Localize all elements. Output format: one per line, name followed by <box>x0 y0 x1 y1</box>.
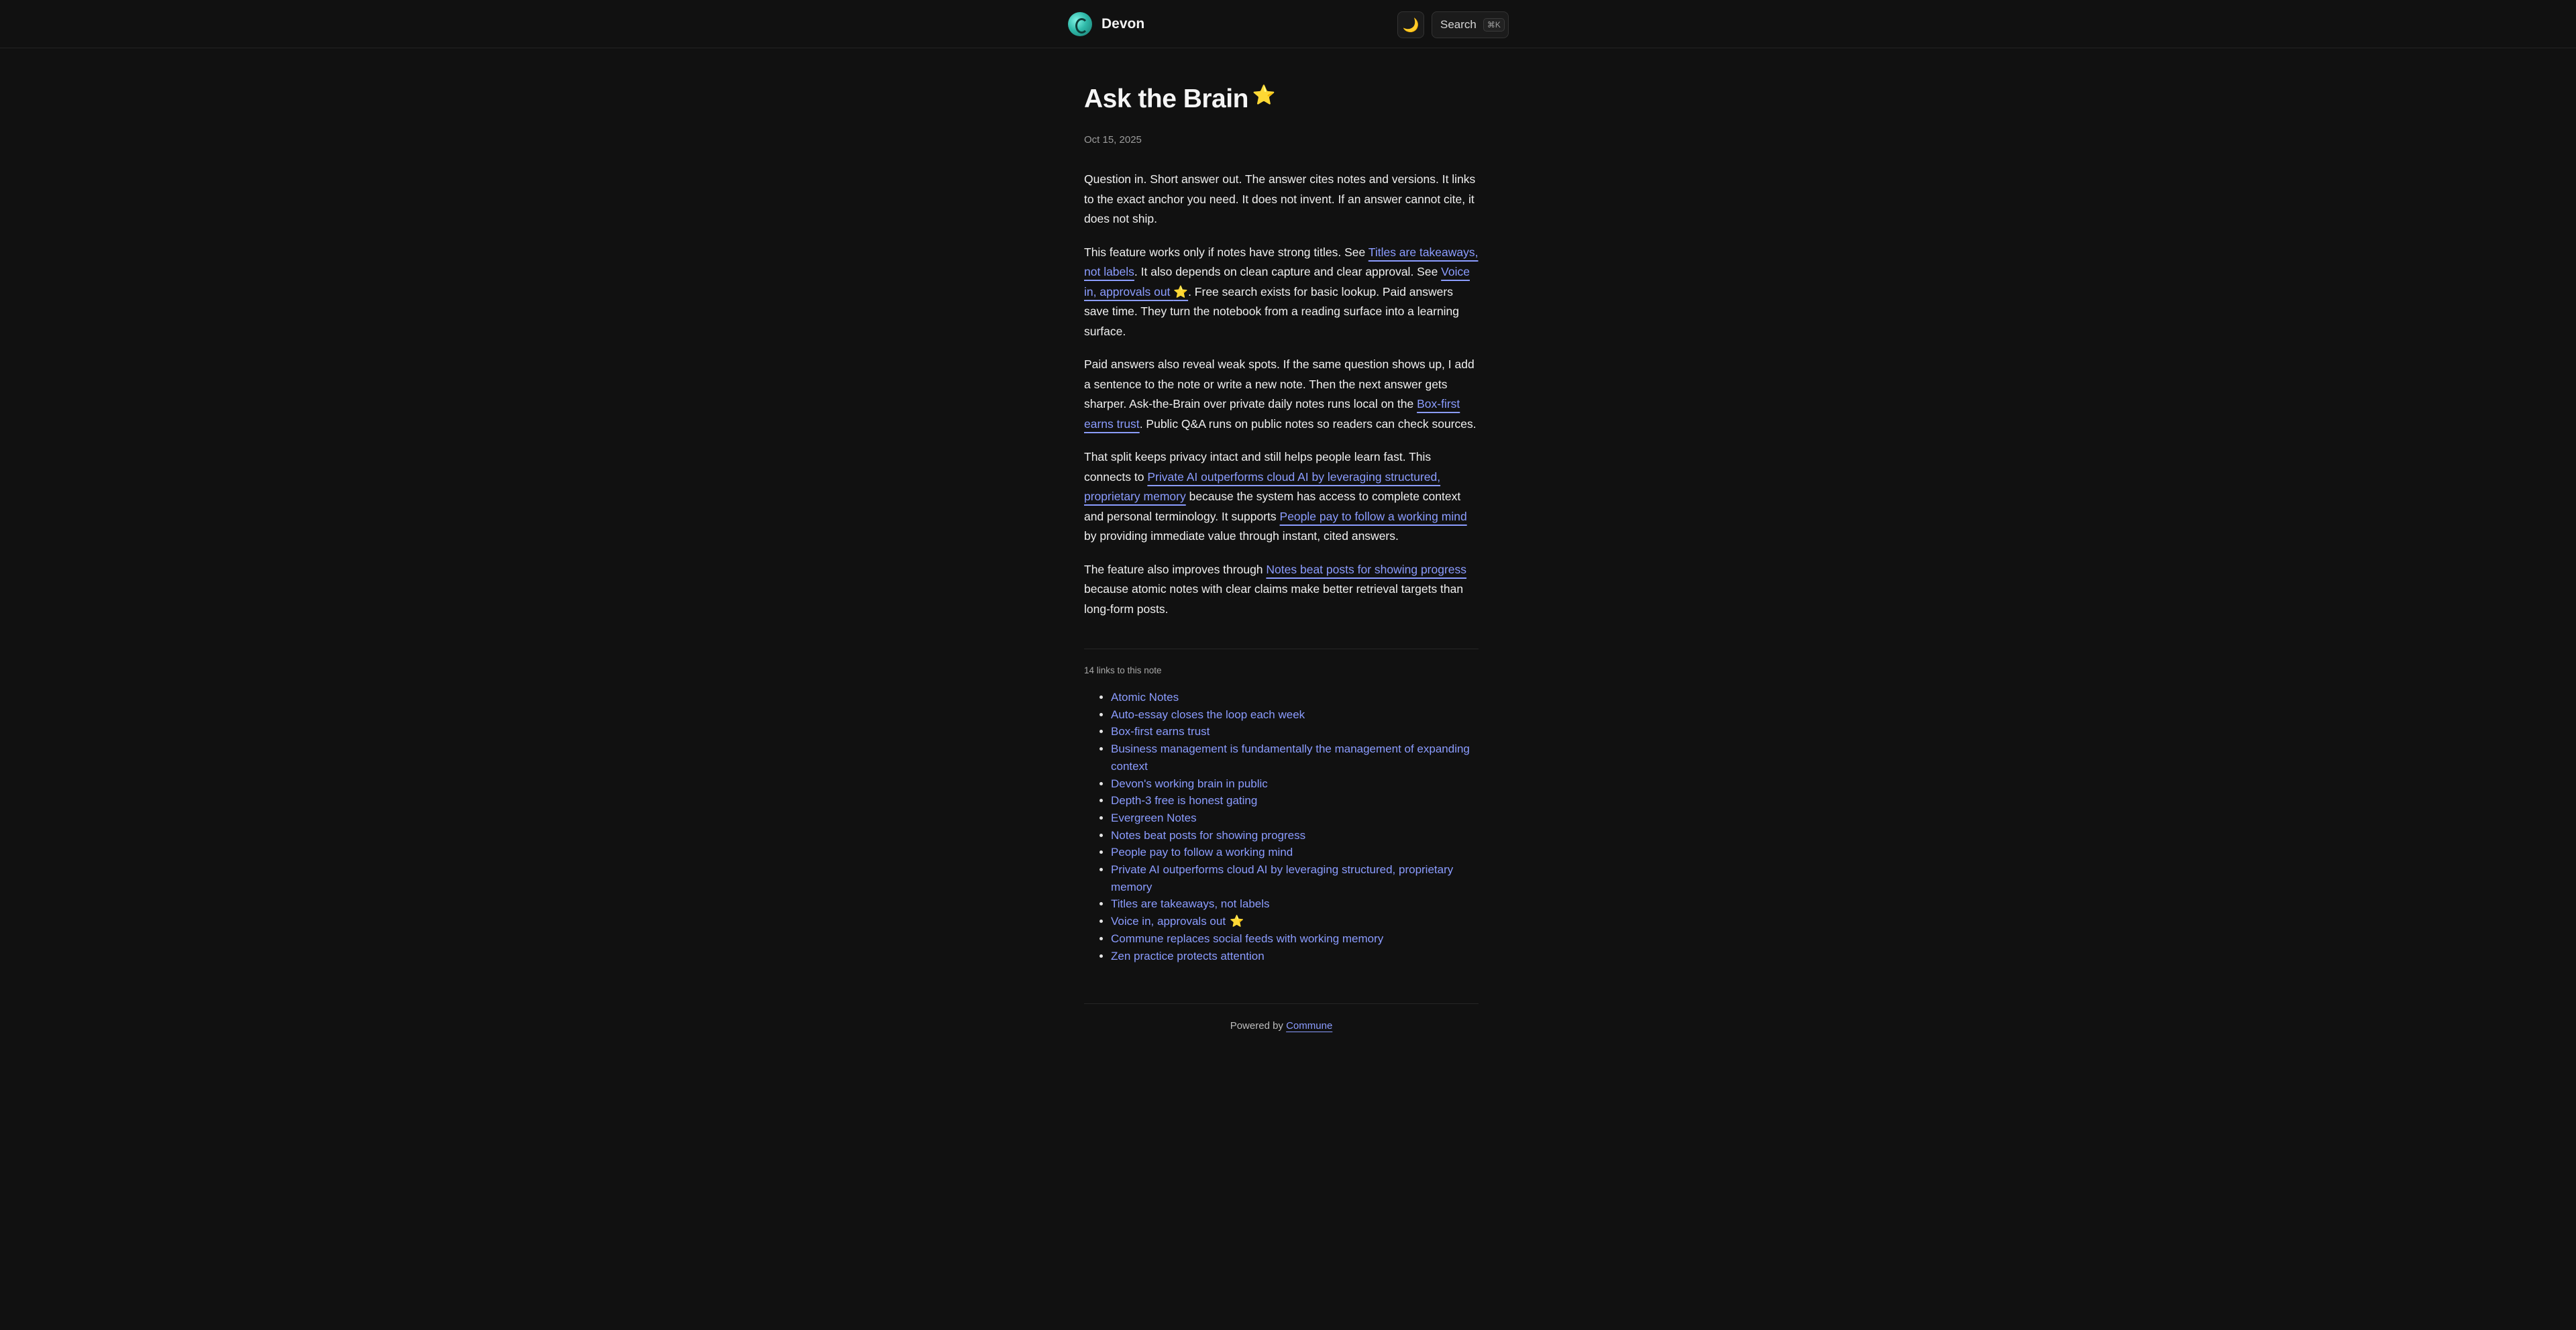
star-icon: ⭐ <box>1173 284 1189 298</box>
backlink-label: Commune replaces social feeds with worki… <box>1111 932 1384 945</box>
backlink-label: Titles are takeaways, not labels <box>1111 897 1270 911</box>
page-title-text: Ask the Brain <box>1084 85 1248 113</box>
backlink[interactable]: Atomic Notes <box>1111 691 1179 704</box>
backlink[interactable]: Depth-3 free is honest gating <box>1111 794 1257 807</box>
search-label: Search <box>1440 18 1477 31</box>
backlink-label: Notes beat posts for showing progress <box>1111 828 1306 842</box>
commune-link[interactable]: Commune <box>1286 1020 1332 1032</box>
backlink-label: Auto-essay closes the loop each week <box>1111 708 1305 721</box>
backlink[interactable]: Private AI outperforms cloud AI by lever… <box>1111 863 1453 893</box>
note-content: Ask the Brain ⭐ Oct 15, 2025 Question in.… <box>1084 48 1479 1032</box>
paragraph-1: Question in. Short answer out. The answe… <box>1084 172 1476 225</box>
paragraph-2: This feature works only if notes have st… <box>1084 243 1479 342</box>
text: because atomic notes with clear claims m… <box>1084 582 1464 616</box>
backlink-label: Box-first earns trust <box>1111 725 1210 738</box>
text: Paid answers also reveal weak spots. If … <box>1084 357 1474 410</box>
footer-text: Powered by <box>1230 1020 1287 1032</box>
search-shortcut: ⌘K <box>1483 18 1505 32</box>
backlink-item: Business management is fundamentally the… <box>1111 740 1479 775</box>
backlink[interactable]: Devon's working brain in public <box>1111 777 1268 790</box>
backlink-item: Box-first earns trust <box>1111 723 1479 740</box>
backlink[interactable]: Commune replaces social feeds with worki… <box>1111 932 1383 945</box>
backlink[interactable]: Notes beat posts for showing progress <box>1111 829 1305 842</box>
search-button[interactable]: Search ⌘K <box>1432 11 1509 38</box>
backlink-item: Private AI outperforms cloud AI by lever… <box>1111 861 1479 895</box>
text: . It also depends on clean capture and c… <box>1134 265 1442 278</box>
paragraph-3: Paid answers also reveal weak spots. If … <box>1084 355 1479 434</box>
backlink-label: Depth-3 free is honest gating <box>1111 794 1258 808</box>
backlink-item: Atomic Notes <box>1111 689 1479 706</box>
text: . Public Q&A runs on public notes so rea… <box>1139 417 1477 431</box>
text: by providing immediate value through ins… <box>1084 529 1399 543</box>
backlink-label: Voice in, approvals out <box>1111 915 1226 928</box>
backlink-label: Private AI outperforms cloud AI by lever… <box>1111 863 1454 893</box>
backlink-label: Zen practice protects attention <box>1111 949 1265 962</box>
backlink[interactable]: Evergreen Notes <box>1111 812 1197 824</box>
backlink-item: Auto-essay closes the loop each week <box>1111 706 1479 724</box>
note-date: Oct 15, 2025 <box>1084 134 1142 146</box>
backlinks-list: Atomic Notes Auto-essay closes the loop e… <box>1084 689 1479 964</box>
backlink-label: Business management is fundamentally the… <box>1111 742 1470 773</box>
text: This feature works only if notes have st… <box>1084 245 1368 259</box>
backlink[interactable]: Voice in, approvals out ⭐ <box>1111 915 1244 928</box>
backlink-item: Commune replaces social feeds with worki… <box>1111 930 1479 948</box>
backlink-item: Voice in, approvals out ⭐ <box>1111 913 1479 930</box>
brand-link[interactable]: Devon <box>1068 11 1144 38</box>
page-title: Ask the Brain ⭐ <box>1084 79 1479 119</box>
moon-icon: 🌙 <box>1402 17 1419 33</box>
backlink-label: Atomic Notes <box>1111 691 1179 704</box>
brand-name: Devon <box>1102 16 1145 32</box>
link-people-pay[interactable]: People pay to follow a working mind <box>1280 510 1467 523</box>
backlink-item: People pay to follow a working mind <box>1111 844 1479 861</box>
backlink-label: Devon's working brain in public <box>1111 777 1268 790</box>
backlink[interactable]: Titles are takeaways, not labels <box>1111 897 1270 910</box>
backlink-item: Titles are takeaways, not labels <box>1111 895 1479 913</box>
text: The feature also improves through <box>1084 562 1267 576</box>
backlinks-heading: 14 links to this note <box>1084 665 1162 675</box>
logo-icon <box>1068 12 1092 36</box>
paragraph-5: The feature also improves through Notes … <box>1084 560 1479 620</box>
divider <box>1084 1003 1479 1005</box>
backlink-label: People pay to follow a working mind <box>1111 846 1293 859</box>
footer: Powered by Commune <box>1084 1020 1479 1032</box>
backlink[interactable]: Box-first earns trust <box>1111 725 1210 738</box>
backlink-item: Notes beat posts for showing progress <box>1111 827 1479 844</box>
note-body: Question in. Short answer out. The answe… <box>1084 170 1479 619</box>
backlink[interactable]: Auto-essay closes the loop each week <box>1111 708 1305 721</box>
star-icon: ⭐ <box>1252 85 1276 105</box>
backlink-item: Evergreen Notes <box>1111 810 1479 827</box>
star-icon: ⭐ <box>1230 915 1244 928</box>
theme-toggle-button[interactable]: 🌙 <box>1397 11 1424 38</box>
paragraph-4: That split keeps privacy intact and stil… <box>1084 447 1479 547</box>
backlink[interactable]: Business management is fundamentally the… <box>1111 742 1470 773</box>
backlink[interactable]: People pay to follow a working mind <box>1111 846 1293 858</box>
top-bar: Devon 🌙 Search ⌘K <box>0 0 2576 48</box>
backlink[interactable]: Zen practice protects attention <box>1111 950 1265 962</box>
backlink-label: Evergreen Notes <box>1111 811 1197 824</box>
backlink-item: Zen practice protects attention <box>1111 948 1479 965</box>
link-notes-beat-posts[interactable]: Notes beat posts for showing progress <box>1266 563 1466 576</box>
backlink-item: Devon's working brain in public <box>1111 775 1479 793</box>
backlink-item: Depth-3 free is honest gating <box>1111 792 1479 810</box>
